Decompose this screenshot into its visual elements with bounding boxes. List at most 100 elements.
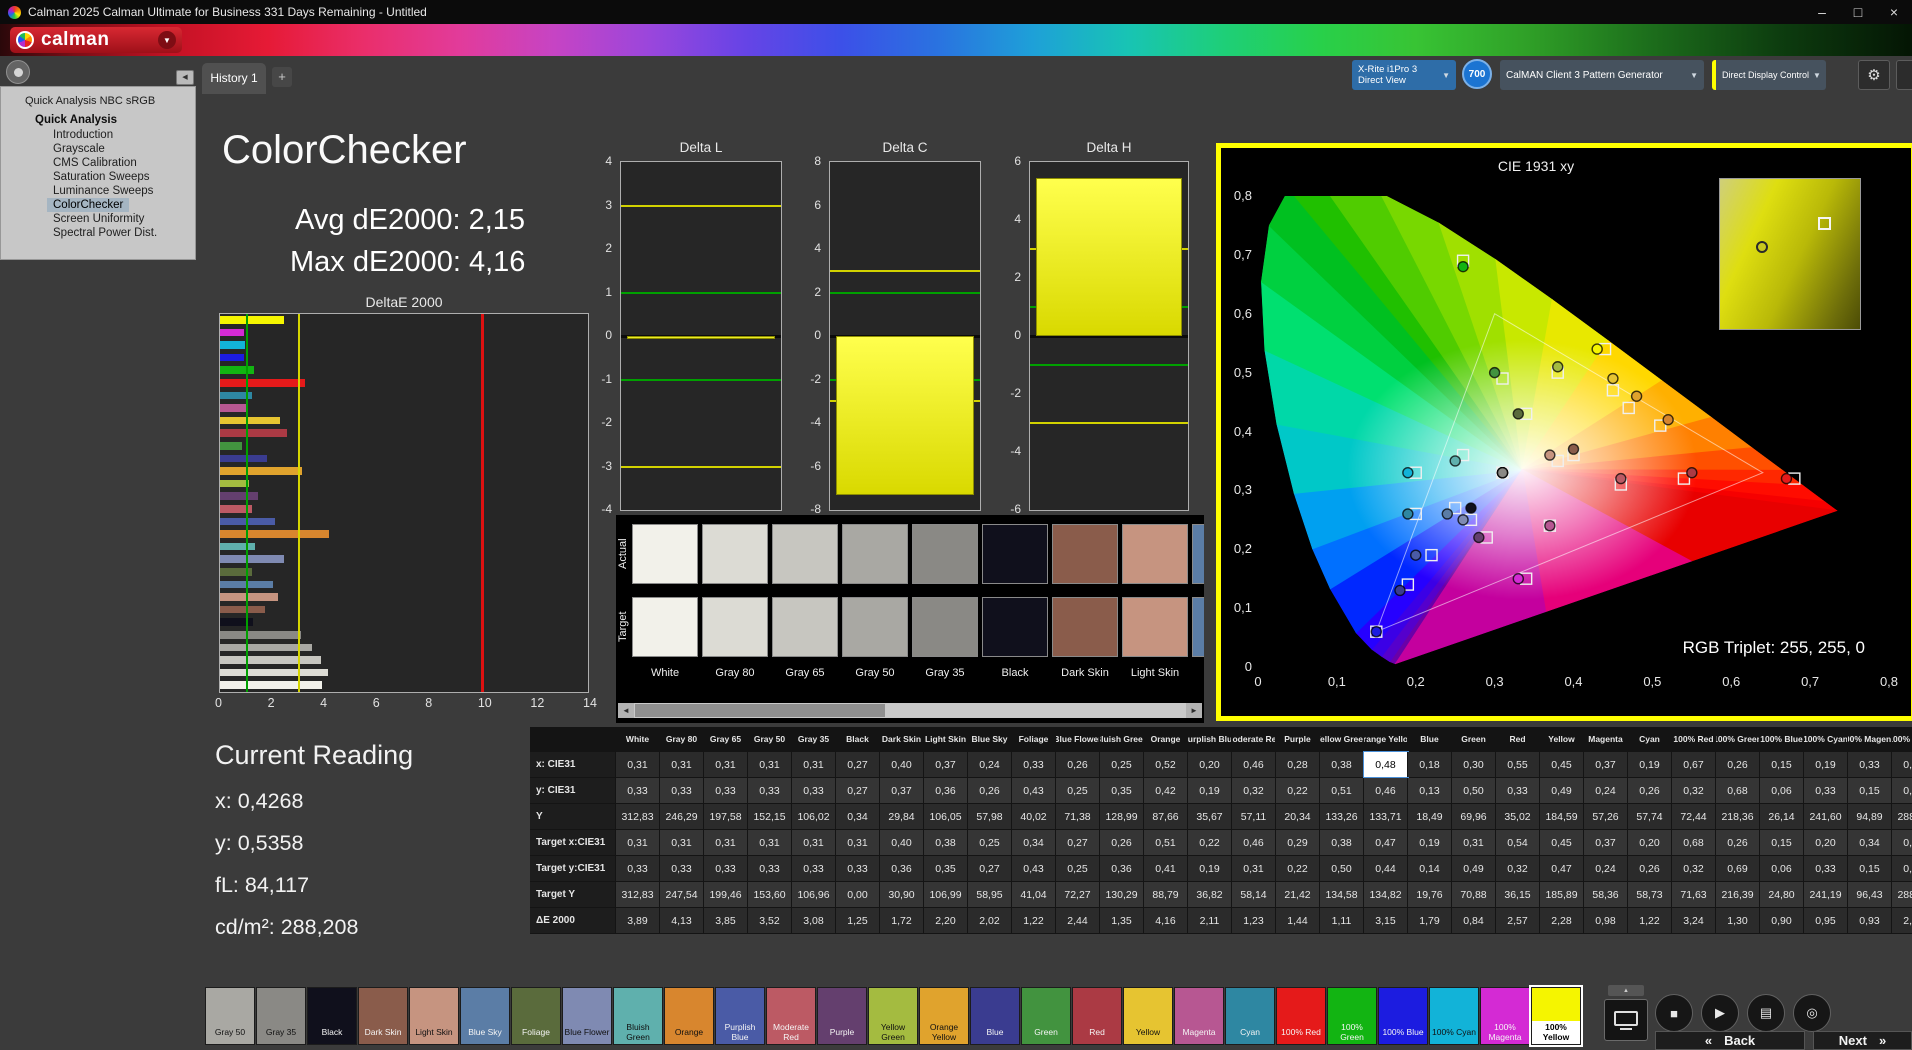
maximize-button[interactable]: □ [1840,0,1876,24]
pattern-button-100-blue[interactable]: 100% Blue [1378,987,1428,1045]
cell-tx-dark-skin: 0,40 [880,830,924,855]
axis-tick-label: 4 [320,696,327,710]
pattern-button-dark-skin[interactable]: Dark Skin [358,987,408,1045]
sidebar-item-introduction[interactable]: Introduction [47,128,119,142]
pattern-button-green[interactable]: Green [1021,987,1071,1045]
meter-dropdown[interactable]: X-Rite i1Pro 3 Direct View ▼ [1352,60,1456,90]
pattern-button-foliage[interactable]: Foliage [511,987,561,1045]
cell-x-orange-yellow[interactable]: 0,48 [1364,752,1408,777]
sidebar-item-quick-analysis[interactable]: Quick Analysis [1,111,195,128]
stop-button[interactable]: ■ [1655,994,1693,1032]
cell-ty-100-cyan: 0,33 [1804,856,1848,881]
pattern-button-100-yellow[interactable]: 100% Yellow [1531,987,1581,1045]
display-control-label: Direct Display Control [1722,70,1809,80]
cell-Y-bluish-green: 128,99 [1100,804,1144,829]
sidebar-item-saturation-sweeps[interactable]: Saturation Sweeps [47,170,156,184]
sidebar-item-colorchecker[interactable]: ColorChecker [47,198,129,212]
axis-tick-label: 4 [814,241,821,255]
scroll-right-button[interactable]: ► [1186,703,1202,718]
next-button[interactable]: Next » [1813,1031,1912,1050]
minimize-button[interactable]: – [1804,0,1840,24]
target-swatch-dark-skin [1052,597,1118,657]
autocal-button[interactable]: ◎ [1793,994,1831,1032]
deltae-chart: DeltaE 2000 02468101214 [219,294,589,714]
pattern-label: 100% Green [1328,1021,1376,1044]
cell-Y-white: 312,83 [616,804,660,829]
pattern-button-light-skin[interactable]: Light Skin [409,987,459,1045]
read-button[interactable]: ▶ [1701,994,1739,1032]
deltae-bar-purple [220,492,258,500]
swatch-scrollbar[interactable]: ◄ ► [618,703,1202,718]
tab-history-1[interactable]: History 1 [202,63,266,94]
pattern-label: 100% Cyan [1430,1021,1478,1044]
pattern-button-100-magenta[interactable]: 100% Magenta [1480,987,1530,1045]
close-button[interactable]: × [1876,0,1912,24]
pattern-button-blue-flower[interactable]: Blue Flower [562,987,612,1045]
meter-badge[interactable]: 700 [1462,59,1492,89]
pattern-button-blue-sky[interactable]: Blue Sky [460,987,510,1045]
app-menu-button[interactable] [6,60,30,84]
cell-de-100-magenta: 0,93 [1848,908,1892,933]
cell-x-yellow-green: 0,38 [1320,752,1364,777]
col-header-gray-35: Gray 35 [792,727,836,751]
pattern-button-gray-50[interactable]: Gray 50 [205,987,255,1045]
cell-tx-red: 0,54 [1496,830,1540,855]
pattern-button-yellow[interactable]: Yellow [1123,987,1173,1045]
add-tab-button[interactable]: + [272,67,292,87]
sidebar-collapse-button[interactable]: ◀ [176,70,194,85]
pattern-button-orange-yellow[interactable]: Orange Yellow [919,987,969,1045]
cell-Y-100-red: 72,44 [1672,804,1716,829]
scrollbar-thumb[interactable] [635,704,885,717]
cell-de-100-yellow: 2,43 [1892,908,1912,933]
pattern-button-purplish-blue[interactable]: Purplish Blue [715,987,765,1045]
axis-tick-label: -2 [810,372,821,386]
settings-gear-button[interactable]: ⚙ [1858,60,1890,90]
cell-tx-blue-sky: 0,25 [968,830,1012,855]
swatch-column-label: White [632,667,698,679]
cell-tY-light-skin: 106,99 [924,882,968,907]
pattern-button-purple[interactable]: Purple [817,987,867,1045]
delta-c-title: Delta C [829,140,981,155]
pattern-button-moderate-red[interactable]: Moderate Red [766,987,816,1045]
calman-logo-button[interactable]: calman ▼ [10,27,182,53]
display-control-dropdown[interactable]: Direct Display Control ▼ [1712,60,1826,90]
row-x-cie31: x: CIE310,310,310,310,310,310,270,400,37… [530,752,1912,778]
back-button[interactable]: « Back [1655,1031,1805,1050]
pattern-button-blue[interactable]: Blue [970,987,1020,1045]
sidebar-item-luminance-sweeps[interactable]: Luminance Sweeps [47,184,159,198]
cie-measured-purple [1474,532,1484,542]
sidebar-item-screen-uniformity[interactable]: Screen Uniformity [47,212,150,226]
pattern-button-black[interactable]: Black [307,987,357,1045]
pattern-source-dropdown[interactable]: CalMAN Client 3 Pattern Generator ▼ [1500,60,1704,90]
col-header-yellow-green: Yellow Green [1320,727,1364,751]
scroll-left-button[interactable]: ◄ [618,703,634,718]
pattern-button-magenta[interactable]: Magenta [1174,987,1224,1045]
pattern-button-yellow-green[interactable]: Yellow Green [868,987,918,1045]
pattern-button-100-green[interactable]: 100% Green [1327,987,1377,1045]
strip-scroll-up-button[interactable]: ▲ [1608,985,1644,996]
axis-tick-label: 6 [814,198,821,212]
axis-tick-label: 1 [605,285,612,299]
pattern-button-orange[interactable]: Orange [664,987,714,1045]
pattern-button-gray-35[interactable]: Gray 35 [256,987,306,1045]
pattern-label: Blue Sky [461,1021,509,1044]
logo-menu-button[interactable]: ▼ [158,31,176,49]
sidebar-item-grayscale[interactable]: Grayscale [47,142,111,156]
swatch-column-label: Light Skin [1122,667,1188,679]
cell-y-gray-35: 0,33 [792,778,836,803]
read-series-button[interactable]: ▤ [1747,994,1785,1032]
cell-tx-light-skin: 0,38 [924,830,968,855]
cie-measured-100-blue [1371,627,1381,637]
pattern-button-100-cyan[interactable]: 100% Cyan [1429,987,1479,1045]
cell-Y-100-green: 218,36 [1716,804,1760,829]
pattern-button-cyan[interactable]: Cyan [1225,987,1275,1045]
pattern-button-red[interactable]: Red [1072,987,1122,1045]
sidebar-item-cms-calibration[interactable]: CMS Calibration [47,156,143,170]
panel-toggle-button[interactable] [1896,60,1912,90]
pattern-button-100-red[interactable]: 100% Red [1276,987,1326,1045]
delta-l-plot [620,161,782,511]
display-preview-button[interactable] [1604,999,1648,1041]
cell-de-green: 0,84 [1452,908,1496,933]
sidebar-item-spectral-power-dist[interactable]: Spectral Power Dist. [47,226,163,240]
pattern-button-bluish-green[interactable]: Bluish Green [613,987,663,1045]
